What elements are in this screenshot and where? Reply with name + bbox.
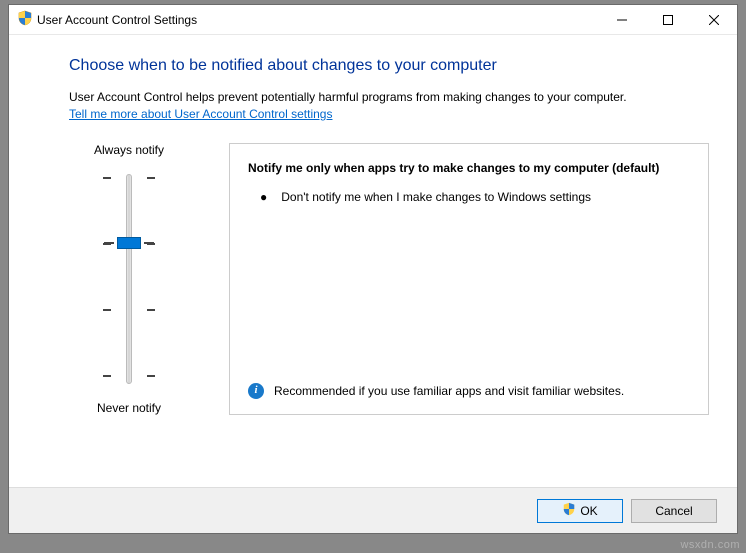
info-recommendation: Recommended if you use familiar apps and… bbox=[274, 383, 624, 400]
shield-icon bbox=[562, 502, 576, 519]
titlebar: User Account Control Settings bbox=[9, 5, 737, 35]
help-link[interactable]: Tell me more about User Account Control … bbox=[69, 107, 332, 121]
page-description: User Account Control helps prevent poten… bbox=[69, 89, 709, 106]
ok-button[interactable]: OK bbox=[537, 499, 623, 523]
info-panel-bullet: ● Don't notify me when I make changes to… bbox=[248, 189, 690, 206]
ok-button-label: OK bbox=[580, 504, 597, 518]
info-panel-title: Notify me only when apps try to make cha… bbox=[248, 160, 690, 177]
cancel-button-label: Cancel bbox=[655, 504, 692, 518]
info-icon: i bbox=[248, 383, 264, 399]
cancel-button[interactable]: Cancel bbox=[631, 499, 717, 523]
slider-tick bbox=[103, 375, 111, 377]
footer-bar: OK Cancel bbox=[9, 487, 737, 533]
minimize-button[interactable] bbox=[599, 5, 645, 35]
shield-icon bbox=[17, 10, 33, 29]
window-title: User Account Control Settings bbox=[37, 13, 599, 27]
uac-settings-window: User Account Control Settings Choose whe… bbox=[8, 4, 738, 534]
page-heading: Choose when to be notified about changes… bbox=[69, 57, 709, 75]
content-area: Choose when to be notified about changes… bbox=[9, 35, 737, 487]
slider-column: Always notify Never notify bbox=[69, 143, 189, 415]
info-panel: Notify me only when apps try to make cha… bbox=[229, 143, 709, 415]
slider-tick bbox=[147, 375, 155, 377]
info-bullet-text: Don't notify me when I make changes to W… bbox=[281, 189, 591, 206]
slider-thumb[interactable] bbox=[117, 237, 141, 249]
close-button[interactable] bbox=[691, 5, 737, 35]
slider-track bbox=[126, 174, 132, 384]
notification-slider[interactable] bbox=[89, 169, 169, 389]
slider-tick bbox=[103, 177, 111, 179]
info-panel-footer: i Recommended if you use familiar apps a… bbox=[248, 373, 690, 400]
slider-label-bottom: Never notify bbox=[69, 401, 189, 415]
bullet-icon: ● bbox=[260, 189, 267, 206]
slider-tick bbox=[147, 177, 155, 179]
watermark: wsxdn.com bbox=[680, 539, 740, 551]
slider-tick bbox=[103, 309, 111, 311]
slider-tick bbox=[147, 309, 155, 311]
maximize-button[interactable] bbox=[645, 5, 691, 35]
slider-label-top: Always notify bbox=[69, 143, 189, 157]
